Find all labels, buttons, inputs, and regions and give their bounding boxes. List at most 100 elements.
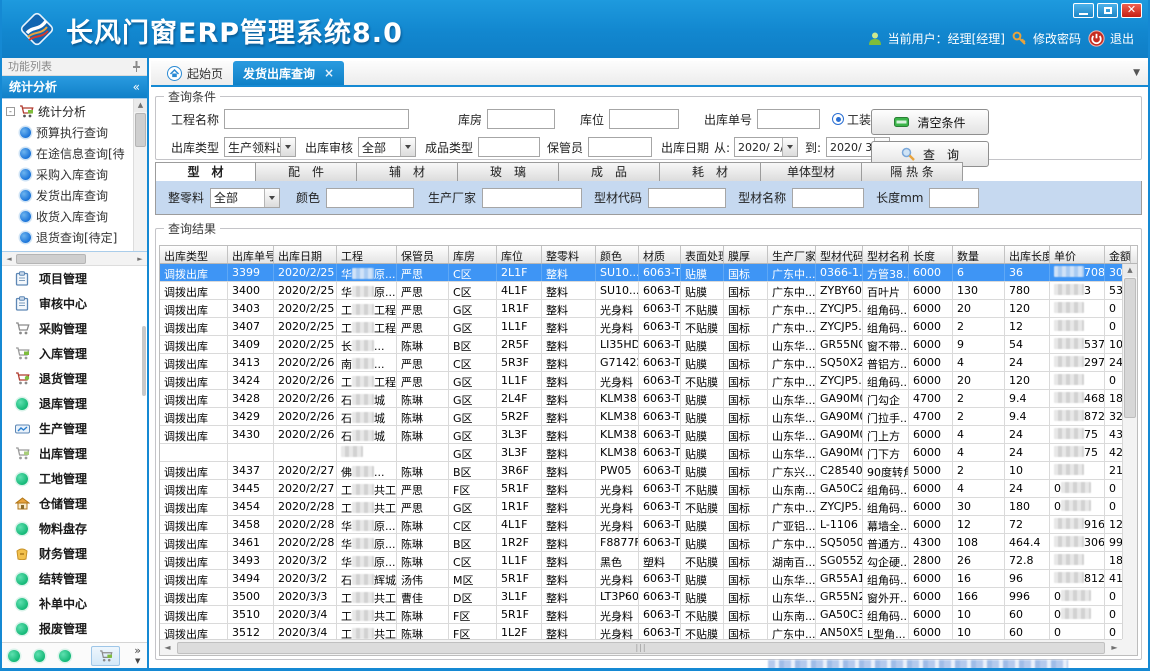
sidebar-item-审核中心[interactable]: 审核中心 [2, 291, 147, 316]
column-header-金额[interactable]: 金额 [1105, 246, 1131, 263]
change-password-button[interactable]: 修改密码 [1012, 30, 1081, 47]
sidebar-item-工地管理[interactable]: 工地管理 [2, 466, 147, 491]
column-header-出库长度[interactable]: 出库长度 [1005, 246, 1050, 263]
column-header-保管员[interactable]: 保管员 [397, 246, 449, 263]
product-type-input[interactable] [478, 137, 540, 157]
table-row[interactable]: 调拨出库34282020/2/26石城陈琳G区2L4F整料KLM38176063… [160, 390, 1122, 408]
table-row[interactable]: 调拨出库34612020/2/28华原...陈琳B区1R2F整料F8877FT6… [160, 534, 1122, 552]
sidebar-item-退库管理[interactable]: 退库管理 [2, 391, 147, 416]
close-button[interactable]: ✕ [1121, 3, 1142, 18]
color-input[interactable] [326, 188, 414, 208]
manufacturer-input[interactable] [482, 188, 582, 208]
date-from-picker[interactable]: 2020/ 2/16 [734, 137, 798, 157]
table-row[interactable]: 调拨出库34452020/2/27工共工程严思F区5R1F整料光身料6063-T… [160, 480, 1122, 498]
tree-horizontal-scrollbar[interactable]: ◄ ► [2, 252, 147, 266]
tab-shipment-out-query[interactable]: 发货出库查询 × [233, 61, 344, 85]
pin-icon[interactable] [132, 61, 141, 72]
profile-code-input[interactable] [648, 188, 726, 208]
sidebar-item-财务管理[interactable]: 财务管理 [2, 541, 147, 566]
table-row[interactable]: 调拨出库35002020/3/3工共工程曹佳D区3L1F整料LT3P606063… [160, 588, 1122, 606]
table-row[interactable]: G区3L3F整料KLM38176063-T5贴膜国标山东华...GA90M09.… [160, 444, 1122, 462]
column-header-膜厚[interactable]: 膜厚 [724, 246, 768, 263]
scroll-left-icon[interactable]: ◄ [160, 643, 175, 652]
tree-item[interactable]: 在途信息查询[待 [4, 143, 132, 164]
minimize-button[interactable] [1073, 3, 1094, 18]
column-header-型材代码[interactable]: 型材代码 [816, 246, 863, 263]
maximize-button[interactable] [1097, 3, 1118, 18]
tree-item[interactable]: 发货出库查询 [4, 185, 132, 206]
scroll-right-icon[interactable]: ► [1107, 643, 1122, 652]
sidebar-item-报废管理[interactable]: 报废管理 [2, 616, 147, 641]
warehouse-input[interactable] [487, 109, 555, 129]
green-dot-icon[interactable] [59, 650, 71, 662]
table-row[interactable]: 调拨出库34582020/2/28华原...陈琳C区4L1F整料光身料6063-… [160, 516, 1122, 534]
tree-scroll-thumb[interactable] [135, 113, 146, 147]
table-row[interactable]: 调拨出库33992020/2/25华原...严思C区2L1F整料SU10...6… [160, 264, 1122, 282]
table-row[interactable]: 调拨出库34302020/2/26石城陈琳G区3L3F整料KLM38176063… [160, 426, 1122, 444]
sidebar-item-仓储管理[interactable]: 仓储管理 [2, 491, 147, 516]
sidebar-item-采购管理[interactable]: 采购管理 [2, 316, 147, 341]
material-tab-玻璃[interactable]: 玻 璃 [458, 162, 559, 182]
column-header-出库类型[interactable]: 出库类型 [160, 246, 228, 263]
sidebar-item-物料盘存[interactable]: 物料盘存 [2, 516, 147, 541]
column-header-生产厂家[interactable]: 生产厂家 [768, 246, 816, 263]
table-row[interactable]: 调拨出库34932020/3/2华原...陈琳C区1L1F整料黑色塑料不贴膜国标… [160, 552, 1122, 570]
out-no-input[interactable] [757, 109, 820, 129]
scroll-up-icon[interactable]: ▲ [1123, 264, 1137, 277]
scroll-up-icon[interactable]: ▲ [134, 99, 147, 112]
location-input[interactable] [609, 109, 679, 129]
column-header-数量[interactable]: 数量 [953, 246, 1005, 263]
chevron-down-icon[interactable] [782, 138, 797, 156]
grid-horizontal-scrollbar[interactable]: ◄ ||| ► [160, 639, 1122, 655]
column-header-出库单号[interactable]: 出库单号 [228, 246, 274, 263]
table-row[interactable]: 调拨出库34542020/2/28工共工程严思G区1R1F整料光身料6063-T… [160, 498, 1122, 516]
material-tab-成品[interactable]: 成 品 [559, 162, 660, 182]
tree-item[interactable]: 收货入库查询 [4, 206, 132, 227]
tree-hscroll-thumb[interactable] [16, 254, 86, 264]
sidebar-item-结转管理[interactable]: 结转管理 [2, 566, 147, 591]
column-header-表面处理[interactable]: 表面处理 [681, 246, 724, 263]
table-row[interactable]: 调拨出库34132020/2/26南...严思C区5R3F整料G71422606… [160, 354, 1122, 372]
tree-vertical-scrollbar[interactable]: ▲ [133, 99, 147, 251]
radio-gongzhuang[interactable]: 工装 [832, 111, 871, 128]
column-header-库房[interactable]: 库房 [449, 246, 497, 263]
column-header-库位[interactable]: 库位 [497, 246, 542, 263]
length-input[interactable] [929, 188, 979, 208]
table-row[interactable]: 调拨出库34072020/2/25工工程严思G区1L1F整料光身料6063-T5… [160, 318, 1122, 336]
tree-item[interactable]: 退库管理[待定] [4, 248, 132, 251]
tree-item[interactable]: 采购入库查询 [4, 164, 132, 185]
table-row[interactable]: 调拨出库34942020/3/2石辉城汤伟M区5R1F整料光身料6063-T5贴… [160, 570, 1122, 588]
project-name-input[interactable] [224, 109, 409, 129]
material-tab-耗材[interactable]: 耗 材 [660, 162, 761, 182]
chevron-down-icon[interactable] [280, 138, 295, 156]
column-header-长度[interactable]: 长度 [909, 246, 953, 263]
scroll-left-icon[interactable]: ◄ [2, 255, 16, 263]
column-header-材质[interactable]: 材质 [639, 246, 681, 263]
table-row[interactable]: 调拨出库34242020/2/26工工程严思G区1L1F整料光身料6063-T5… [160, 372, 1122, 390]
material-tab-配件[interactable]: 配 件 [256, 162, 357, 182]
whole-part-combo[interactable]: 全部 [210, 188, 280, 208]
table-row[interactable]: 调拨出库34032020/2/25工工程严思G区1R1F整料光身料6063-T5… [160, 300, 1122, 318]
sidebar-item-项目管理[interactable]: 项目管理 [2, 266, 147, 291]
material-tab-隔热条[interactable]: 隔 热 条 [862, 162, 963, 182]
table-row[interactable]: 调拨出库34292020/2/26石城陈琳G区5R2F整料KLM38176063… [160, 408, 1122, 426]
chevron-down-icon[interactable] [264, 189, 279, 207]
tab-home[interactable]: 起始页 [157, 61, 233, 85]
column-header-单价[interactable]: 单价 [1050, 246, 1105, 263]
logout-button[interactable]: 退出 [1088, 30, 1134, 47]
green-dot-icon[interactable] [34, 650, 46, 662]
out-audit-combo[interactable]: 全部 [358, 137, 416, 157]
out-type-combo[interactable]: 生产领料出库 [224, 137, 296, 157]
collapse-icon[interactable]: « [133, 76, 140, 98]
keeper-input[interactable] [588, 137, 652, 157]
menu-scroll-thumb[interactable] [142, 326, 146, 396]
table-row[interactable]: 调拨出库35102020/3/4工共工程陈琳F区5R1F整料光身料6063-T5… [160, 606, 1122, 624]
cart-shortcut-button[interactable] [91, 646, 120, 666]
tree-root[interactable]: - 统计分析 [4, 101, 132, 122]
table-row[interactable]: 调拨出库34092020/2/25长...陈琳B区2R5F整料LI35HD606… [160, 336, 1122, 354]
tree-item[interactable]: 退货查询[待定] [4, 227, 132, 248]
grid-vscroll-thumb[interactable] [1124, 278, 1136, 418]
column-header-出库日期[interactable]: 出库日期 [274, 246, 337, 263]
sidebar-group-header[interactable]: 统计分析 « [2, 76, 147, 98]
chevron-down-icon[interactable] [400, 138, 415, 156]
